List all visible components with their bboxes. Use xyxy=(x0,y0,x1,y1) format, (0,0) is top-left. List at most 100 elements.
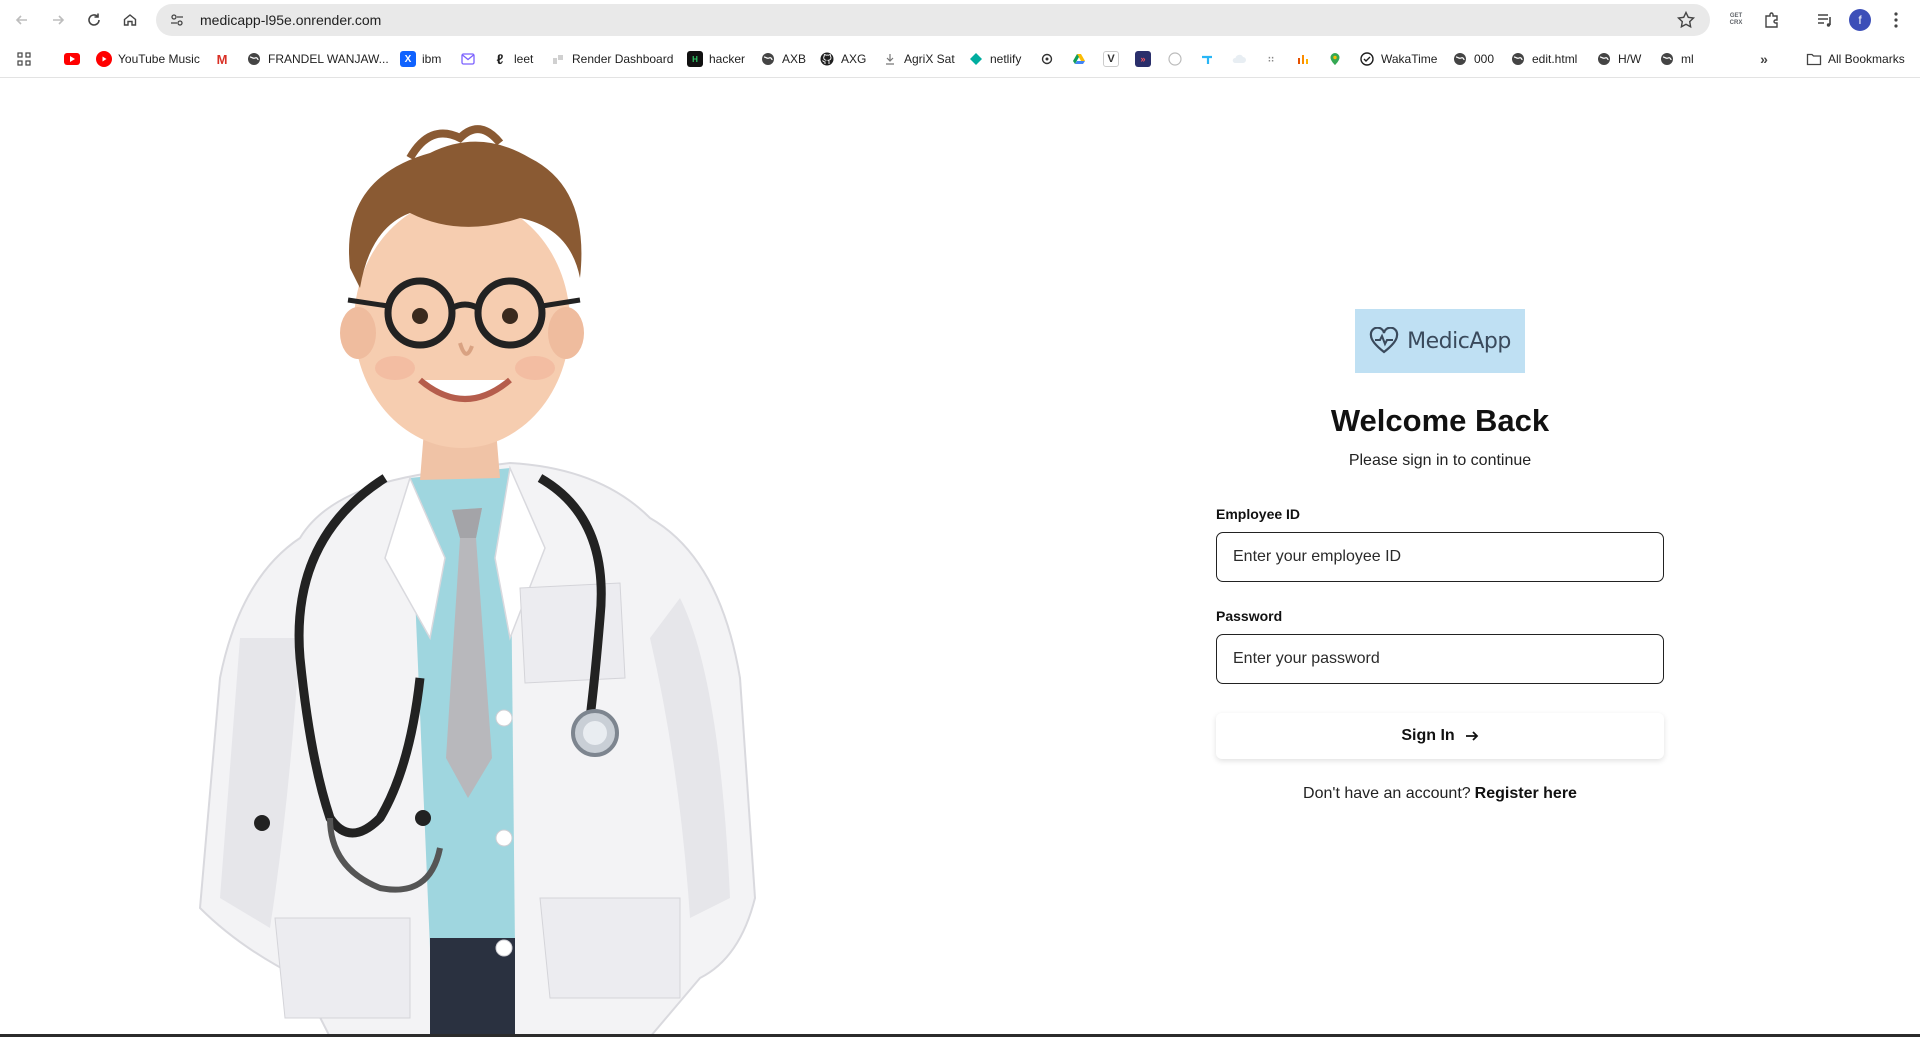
forward-button[interactable] xyxy=(46,8,70,32)
bookmark-gmail[interactable]: M xyxy=(214,49,230,69)
bookmark-axb[interactable]: AXB xyxy=(760,49,806,69)
bookmark-icon-1[interactable] xyxy=(1039,49,1055,69)
bookmark-label: Render Dashboard xyxy=(572,52,674,66)
bookmark-youtube-music[interactable]: YouTube Music xyxy=(96,49,200,69)
home-icon xyxy=(123,14,137,26)
globe-icon xyxy=(1510,51,1526,67)
bookmark-agrix-sat[interactable]: AgriX Sat xyxy=(882,49,955,69)
youtube-music-icon xyxy=(96,51,112,67)
agrix-icon xyxy=(882,51,898,67)
github-icon xyxy=(819,51,835,67)
profile-button[interactable]: f xyxy=(1848,8,1872,32)
pipe-icon xyxy=(1199,51,1215,67)
github-outline-icon xyxy=(1167,51,1183,67)
google-drive-icon xyxy=(1071,51,1087,67)
bookmark-label: 000 xyxy=(1474,52,1495,66)
ibm-icon: X xyxy=(400,51,416,67)
bookmark-icon-3[interactable]: V xyxy=(1103,49,1119,69)
reload-icon xyxy=(88,13,100,26)
leetcode-icon: ℓ xyxy=(496,51,504,67)
app-icon: » xyxy=(1135,51,1151,67)
dots-icon: ∷ xyxy=(1268,54,1274,64)
reading-list-icon xyxy=(1818,14,1831,27)
youtube-icon xyxy=(64,53,80,65)
get-crx-bottom-text: CRX xyxy=(1729,20,1743,26)
gmail-icon: M xyxy=(216,51,228,67)
bookmark-label: AXG xyxy=(841,52,867,66)
globe-icon xyxy=(1659,51,1675,67)
get-crx-top-text: GET xyxy=(1729,13,1743,19)
bookmark-icon-7[interactable] xyxy=(1231,49,1247,69)
arrow-right-icon xyxy=(1465,731,1478,741)
bookmark-label: netlify xyxy=(990,52,1022,66)
home-button[interactable] xyxy=(118,8,142,32)
kebab-menu-icon xyxy=(1894,12,1898,28)
browser-menu-button[interactable] xyxy=(1884,8,1908,32)
bookmark-label: AXB xyxy=(782,52,807,66)
page-title: Welcome Back xyxy=(1330,403,1550,438)
bookmark-icon-9[interactable] xyxy=(1295,49,1311,69)
bookmark-label: WakaTime xyxy=(1381,52,1438,66)
bookmark-icon-2[interactable] xyxy=(1071,49,1087,69)
chart-icon xyxy=(1295,51,1311,67)
medicapp-logo: MedicApp xyxy=(1355,309,1525,373)
bookmark-icon-4[interactable]: » xyxy=(1135,49,1151,69)
bookmark-000[interactable]: 000 xyxy=(1452,49,1494,69)
register-link[interactable]: Register here xyxy=(1475,785,1577,802)
avatar: f xyxy=(1849,9,1871,31)
back-arrow-icon xyxy=(15,15,27,25)
bookmark-frandel[interactable]: FRANDEL WANJAW... xyxy=(246,49,389,69)
bookmarks-overflow-button[interactable]: » xyxy=(1756,49,1772,69)
bookmark-wakatime[interactable]: WakaTime xyxy=(1359,49,1437,69)
openai-icon xyxy=(1039,51,1055,67)
mail-icon xyxy=(460,51,476,67)
reload-button[interactable] xyxy=(82,8,106,32)
bookmark-label: hacker xyxy=(709,52,746,66)
bookmark-label: edit.html xyxy=(1532,52,1578,66)
heart-pulse-icon xyxy=(1369,327,1399,354)
bookmark-hw[interactable]: H/W xyxy=(1596,49,1641,69)
bookmark-icon-6[interactable] xyxy=(1199,49,1215,69)
folder-icon xyxy=(1806,51,1822,67)
get-crx-extension-button[interactable]: GET CRX xyxy=(1724,8,1748,32)
address-bar[interactable]: medicapp-l95e.onrender.com xyxy=(156,4,1710,36)
sign-in-button[interactable]: Sign In xyxy=(1216,713,1664,759)
cloud-icon xyxy=(1231,51,1247,67)
reading-list-button[interactable] xyxy=(1813,8,1837,32)
bookmark-hacker[interactable]: H hacker xyxy=(687,49,745,69)
bookmark-label: ml xyxy=(1681,52,1694,66)
bookmark-axg[interactable]: AXG xyxy=(819,49,866,69)
bookmark-icon-10[interactable] xyxy=(1327,49,1343,69)
bookmarks-bar: YouTube Music M FRANDEL WANJAW... X ibm … xyxy=(0,40,1920,78)
extensions-button[interactable] xyxy=(1760,8,1784,32)
bookmark-mail[interactable] xyxy=(460,49,476,69)
bookmark-icon-5[interactable] xyxy=(1167,49,1183,69)
all-bookmarks-button[interactable]: All Bookmarks xyxy=(1806,49,1905,69)
back-button[interactable] xyxy=(10,8,34,32)
globe-icon xyxy=(1596,51,1612,67)
register-prompt: Don't have an account? Register here xyxy=(1216,785,1664,803)
url-text[interactable]: medicapp-l95e.onrender.com xyxy=(200,12,381,28)
hackerrank-icon: H xyxy=(687,51,703,67)
bookmark-leet[interactable]: ℓ leet xyxy=(492,49,534,69)
bookmark-youtube[interactable] xyxy=(64,49,80,69)
render-icon xyxy=(550,51,566,67)
bookmark-label: FRANDEL WANJAW... xyxy=(268,52,389,66)
bookmark-label: leet xyxy=(514,52,534,66)
bookmark-ibm[interactable]: X ibm xyxy=(400,49,441,69)
bookmark-edit-html[interactable]: edit.html xyxy=(1510,49,1577,69)
bookmark-ml[interactable]: ml xyxy=(1659,49,1694,69)
site-info-icon[interactable] xyxy=(166,9,188,31)
chevron-double-right-icon: » xyxy=(1760,51,1768,67)
password-input[interactable] xyxy=(1216,634,1664,684)
employee-id-input[interactable] xyxy=(1216,532,1664,582)
apps-button[interactable] xyxy=(16,49,32,69)
bookmark-star-icon[interactable] xyxy=(1676,10,1696,30)
get-crx-icon: GET CRX xyxy=(1730,13,1743,27)
page-subtitle: Please sign in to continue xyxy=(1348,452,1532,469)
bookmark-icon-8[interactable]: ∷ xyxy=(1263,49,1279,69)
bookmark-netlify[interactable]: netlify xyxy=(968,49,1021,69)
bookmark-render-dashboard[interactable]: Render Dashboard xyxy=(550,49,673,69)
globe-icon xyxy=(246,51,262,67)
puzzle-icon xyxy=(1765,12,1778,28)
